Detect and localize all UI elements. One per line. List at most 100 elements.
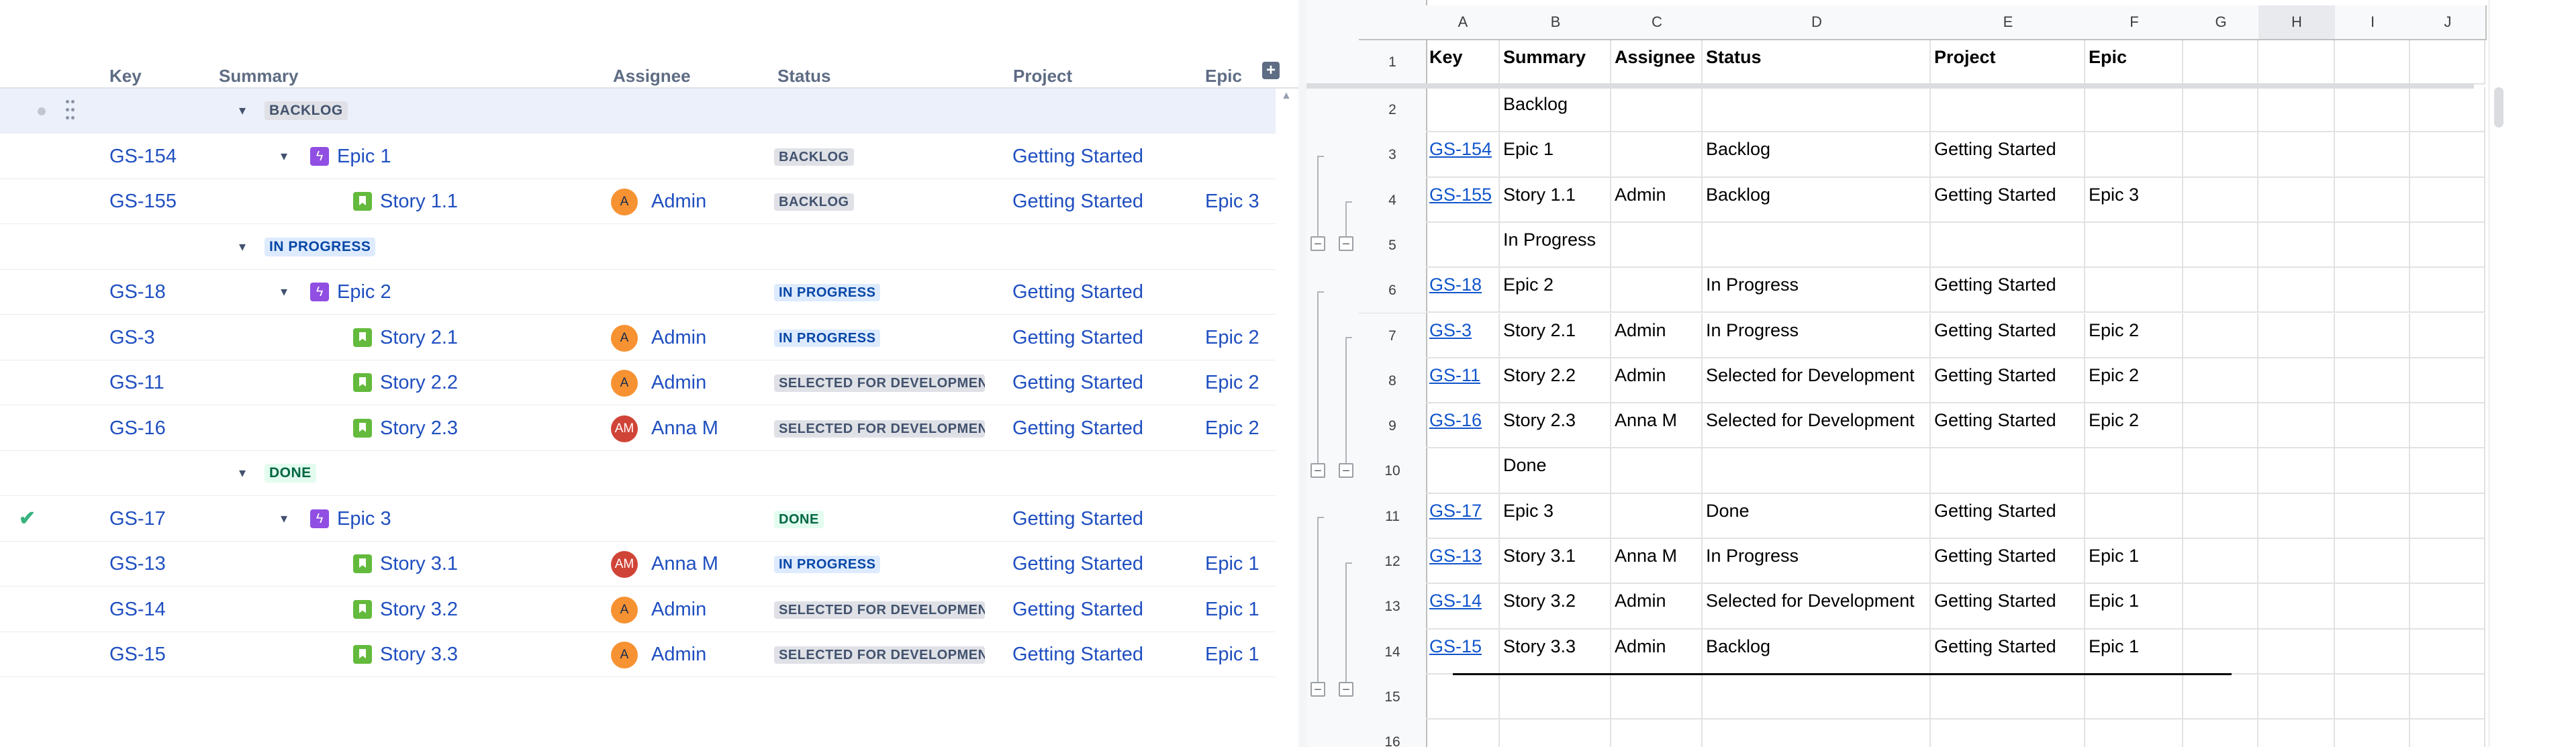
expand-issue-icon[interactable]: ▾ xyxy=(281,134,287,179)
issue-summary-link[interactable]: Story 2.3 xyxy=(380,406,458,450)
project-link[interactable]: Getting Started xyxy=(1012,179,1143,223)
cell-I15[interactable] xyxy=(2335,674,2410,720)
cell-C11[interactable] xyxy=(1611,493,1703,539)
issue-summary-link[interactable]: Story 1.1 xyxy=(380,179,458,223)
cell-A7[interactable]: GS-3 xyxy=(1426,313,1500,358)
cell-B14[interactable]: Story 3.3 xyxy=(1500,629,1611,675)
row-number[interactable]: 9 xyxy=(1359,403,1426,450)
cell-H4[interactable] xyxy=(2258,177,2335,223)
issue-key-hyperlink[interactable]: GS-11 xyxy=(1429,365,1480,385)
cell-I4[interactable] xyxy=(2335,177,2410,223)
column-header-status[interactable]: Status xyxy=(777,66,830,87)
row-number[interactable]: 13 xyxy=(1359,584,1426,631)
cell-F4[interactable]: Epic 3 xyxy=(2085,177,2183,223)
status-lozenge[interactable]: BACKLOG xyxy=(774,193,854,211)
cell-C7[interactable]: Admin xyxy=(1611,313,1703,358)
cell-E15[interactable] xyxy=(1931,674,2085,720)
cell-D12[interactable]: In Progress xyxy=(1703,539,1931,585)
status-lozenge[interactable]: DONE xyxy=(774,510,824,528)
row-number[interactable]: 2 xyxy=(1359,87,1426,134)
row-number[interactable]: 3 xyxy=(1359,132,1426,179)
cell-H1[interactable] xyxy=(2258,40,2335,85)
status-lozenge[interactable]: SELECTED FOR DEVELOPMENT xyxy=(774,419,985,438)
cell-F6[interactable] xyxy=(2085,268,2183,313)
issue-key-hyperlink[interactable]: GS-154 xyxy=(1429,139,1492,159)
cell-G16[interactable] xyxy=(2183,719,2258,747)
cell-A4[interactable]: GS-155 xyxy=(1426,177,1500,223)
cell-I5[interactable] xyxy=(2335,222,2410,268)
cell-B10[interactable]: Done xyxy=(1500,448,1611,494)
scroll-up-icon[interactable]: ▲ xyxy=(1281,90,1292,102)
cell-I1[interactable] xyxy=(2335,40,2410,85)
issue-key-link[interactable]: GS-17 xyxy=(109,497,166,541)
collapse-outer-group-button[interactable]: − xyxy=(1310,682,1325,697)
cell-A11[interactable]: GS-17 xyxy=(1426,493,1500,539)
cell-D6[interactable]: In Progress xyxy=(1703,268,1931,313)
cell-E10[interactable] xyxy=(1931,448,2085,494)
cell-D2[interactable] xyxy=(1703,87,1931,133)
cell-J16[interactable] xyxy=(2410,719,2485,747)
collapse-outer-group-button[interactable]: − xyxy=(1310,463,1325,478)
cell-A5[interactable] xyxy=(1426,222,1500,268)
assignee-name[interactable]: Admin xyxy=(651,632,706,677)
assignee-name[interactable]: Admin xyxy=(651,315,706,360)
cell-E2[interactable] xyxy=(1931,87,2085,133)
project-link[interactable]: Getting Started xyxy=(1012,134,1143,179)
cell-F5[interactable] xyxy=(2085,222,2183,268)
issue-summary-link[interactable]: Epic 3 xyxy=(337,497,391,541)
cell-I7[interactable] xyxy=(2335,313,2410,358)
cell-B8[interactable]: Story 2.2 xyxy=(1500,358,1611,404)
collapse-group-icon[interactable]: ▾ xyxy=(239,451,246,495)
cell-I12[interactable] xyxy=(2335,539,2410,585)
cell-D10[interactable] xyxy=(1703,448,1931,494)
cell-G15[interactable] xyxy=(2183,674,2258,720)
collapse-inner-group-button[interactable]: − xyxy=(1339,463,1353,478)
collapse-group-icon[interactable]: ▾ xyxy=(239,89,246,133)
cell-B16[interactable] xyxy=(1500,719,1611,747)
cell-I13[interactable] xyxy=(2335,584,2410,630)
issue-summary-link[interactable]: Story 2.2 xyxy=(380,360,458,405)
cell-H8[interactable] xyxy=(2258,358,2335,404)
cell-E12[interactable]: Getting Started xyxy=(1931,539,2085,585)
status-lozenge[interactable]: SELECTED FOR DEVELOPMENT xyxy=(774,375,985,392)
cell-G8[interactable] xyxy=(2183,358,2258,404)
cell-E7[interactable]: Getting Started xyxy=(1931,313,2085,358)
row-number[interactable]: 16 xyxy=(1359,719,1426,747)
column-header-f[interactable]: F xyxy=(2085,5,2185,40)
collapse-group-icon[interactable]: ▾ xyxy=(239,225,246,269)
cell-B6[interactable]: Epic 2 xyxy=(1500,268,1611,313)
assignee-name[interactable]: Anna M xyxy=(651,406,718,450)
issue-row[interactable]: GS-3 Story 2.1 A Admin IN PROGRESS Getting St… xyxy=(0,315,1276,360)
cell-I9[interactable] xyxy=(2335,403,2410,449)
issue-key-link[interactable]: GS-15 xyxy=(109,632,166,677)
cell-E9[interactable]: Getting Started xyxy=(1931,403,2085,449)
cell-C3[interactable] xyxy=(1611,132,1703,178)
status-lozenge[interactable]: BACKLOG xyxy=(774,148,854,166)
cell-D7[interactable]: In Progress xyxy=(1703,313,1931,358)
cell-E11[interactable]: Getting Started xyxy=(1931,493,2085,539)
cell-C2[interactable] xyxy=(1611,87,1703,133)
cell-J9[interactable] xyxy=(2410,403,2485,449)
cell-B1[interactable]: Summary xyxy=(1500,40,1611,85)
cell-F14[interactable]: Epic 1 xyxy=(2085,629,2183,675)
cell-H16[interactable] xyxy=(2258,719,2335,747)
row-number[interactable]: 10 xyxy=(1359,448,1426,495)
cell-D16[interactable] xyxy=(1703,719,1931,747)
issue-summary-link[interactable]: Story 3.2 xyxy=(380,587,458,632)
issue-summary-link[interactable]: Story 3.3 xyxy=(380,632,458,677)
issue-row[interactable]: GS-16 Story 2.3 AM Anna M SELECTED FOR DEVEL… xyxy=(0,406,1276,451)
cell-I8[interactable] xyxy=(2335,358,2410,404)
cell-J12[interactable] xyxy=(2410,539,2485,585)
issue-key-hyperlink[interactable]: GS-17 xyxy=(1429,501,1482,521)
project-link[interactable]: Getting Started xyxy=(1012,360,1143,405)
assignee-name[interactable]: Admin xyxy=(651,587,706,632)
cell-A3[interactable]: GS-154 xyxy=(1426,132,1500,178)
issue-key-link[interactable]: GS-13 xyxy=(109,542,166,586)
issue-row[interactable]: ✔ GS-17 ▾ ϟ Epic 3 DONE Getting Started xyxy=(0,497,1276,542)
cell-E16[interactable] xyxy=(1931,719,2085,747)
cell-H9[interactable] xyxy=(2258,403,2335,449)
cell-G14[interactable] xyxy=(2183,629,2258,675)
epic-link[interactable]: Epic 1 xyxy=(1205,632,1259,677)
cell-G10[interactable] xyxy=(2183,448,2258,494)
issue-key-hyperlink[interactable]: GS-155 xyxy=(1429,185,1492,205)
